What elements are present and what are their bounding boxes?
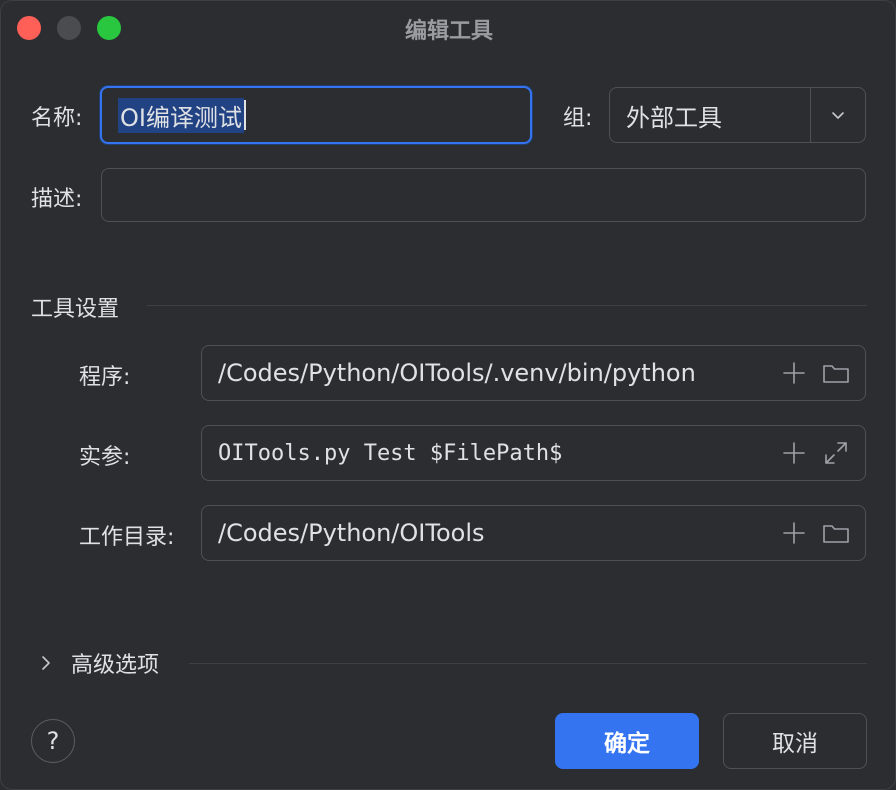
plus-icon[interactable] (779, 358, 809, 388)
arguments-label: 实参: (79, 445, 131, 470)
advanced-options-label: 高级选项 (71, 653, 160, 678)
section-divider (147, 305, 867, 306)
program-input[interactable]: /Codes/Python/OITools/.venv/bin/python (201, 345, 866, 401)
plus-icon[interactable] (779, 438, 809, 468)
dialog-title: 编辑工具 (404, 19, 493, 44)
help-button[interactable]: ? (31, 719, 75, 763)
advanced-options-toggle[interactable]: 高级选项 (37, 647, 159, 679)
arguments-input-value: OITools.py Test $FilePath$ (218, 440, 563, 466)
folder-icon[interactable] (821, 358, 851, 388)
chevron-down-icon[interactable] (810, 88, 865, 142)
tool-settings-title: 工具设置 (31, 297, 120, 322)
arguments-input[interactable]: OITools.py Test $FilePath$ (201, 425, 866, 481)
edit-tool-dialog: 编辑工具 名称: OI编译测试 组: 外部工具 描述: 工具设置 程序: /Co… (0, 0, 896, 790)
name-input[interactable]: OI编译测试 (100, 86, 532, 144)
working-dir-input[interactable]: /Codes/Python/OITools (201, 505, 866, 561)
group-label: 组: (563, 106, 593, 131)
cancel-button[interactable]: 取消 (723, 713, 867, 769)
working-dir-input-value: /Codes/Python/OITools (218, 519, 485, 547)
description-input[interactable] (101, 168, 866, 222)
group-select[interactable]: 外部工具 (609, 87, 866, 143)
group-select-value: 外部工具 (626, 103, 722, 132)
name-input-value: OI编译测试 (118, 97, 244, 133)
expand-icon[interactable] (821, 438, 851, 468)
working-dir-label: 工作目录: (79, 525, 175, 550)
advanced-divider (189, 663, 867, 664)
plus-icon[interactable] (779, 518, 809, 548)
program-input-value: /Codes/Python/OITools/.venv/bin/python (218, 359, 696, 387)
folder-icon[interactable] (821, 518, 851, 548)
description-label: 描述: (31, 187, 83, 212)
name-label: 名称: (31, 106, 83, 131)
program-label: 程序: (79, 365, 131, 390)
text-caret (243, 100, 246, 130)
ok-button[interactable]: 确定 (555, 713, 699, 769)
chevron-right-icon (37, 654, 55, 672)
